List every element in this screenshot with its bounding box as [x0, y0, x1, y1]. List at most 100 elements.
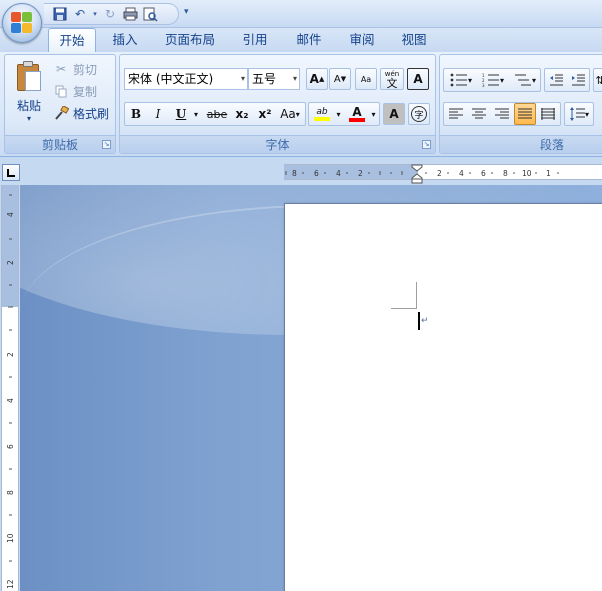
highlight-dropdown-icon[interactable]: ▾	[334, 103, 343, 125]
watermark-sub: jingyan.baidu.com	[462, 559, 555, 570]
phonetic-guide-button[interactable]: wén 文	[380, 68, 404, 90]
svg-text:6: 6	[481, 169, 486, 178]
tab-mailings[interactable]: 邮件	[286, 28, 332, 52]
tab-review[interactable]: 审阅	[339, 28, 385, 52]
numbering-button[interactable]: 1 2 3 ▾	[478, 69, 508, 91]
ruler-label: 2	[6, 260, 15, 265]
format-painter-label: 格式刷	[73, 106, 110, 121]
italic-button[interactable]: I	[148, 103, 168, 125]
svg-text:2: 2	[437, 169, 442, 178]
cut-label: 剪切	[73, 62, 98, 77]
watermark-main: Bai 经验	[462, 528, 562, 556]
tab-insert[interactable]: 插入	[101, 28, 149, 52]
paragraph-group-label: 段落	[440, 135, 602, 153]
tab-references[interactable]: 引用	[232, 28, 278, 52]
redo-icon[interactable]: ↻	[102, 6, 118, 22]
enclose-characters-label: 字	[411, 106, 427, 122]
office-logo-icon	[11, 12, 33, 34]
copy-button[interactable]: 复制	[53, 81, 97, 101]
undo-dropdown-icon[interactable]: ▾	[92, 6, 98, 22]
indent-marker-icon[interactable]	[411, 164, 423, 184]
print-preview-icon[interactable]	[142, 6, 158, 22]
underline-dropdown-icon[interactable]: ▾	[191, 103, 201, 125]
format-painter-button[interactable]: 格式刷	[53, 103, 109, 123]
superscript-button[interactable]: x²	[254, 103, 276, 125]
vertical-ruler[interactable]: 4 2 2 4 6 8 10 12	[1, 185, 19, 591]
office-button[interactable]	[2, 3, 42, 43]
justify-button[interactable]	[514, 103, 536, 125]
character-shading-button[interactable]: A	[383, 103, 405, 125]
highlight-button[interactable]: ab	[310, 103, 334, 125]
bold-button[interactable]: B	[126, 103, 146, 125]
underline-button[interactable]: U	[171, 103, 191, 125]
paste-button[interactable]: 粘贴 ▾	[11, 59, 47, 131]
font-color-dropdown-icon[interactable]: ▾	[369, 103, 378, 125]
ruler-label: 10	[6, 533, 15, 543]
font-group-label: 字体	[120, 135, 435, 153]
tab-page-layout[interactable]: 页面布局	[157, 28, 223, 52]
paragraph-mark-icon: ↵	[421, 316, 429, 326]
horizontal-ruler-ticks: 8 6 4 2 2 4 6 8 10 1	[285, 169, 559, 178]
svg-text:1: 1	[546, 169, 551, 178]
svg-text:2: 2	[358, 169, 363, 178]
undo-icon[interactable]: ↶	[72, 6, 88, 22]
bullets-button[interactable]: ▾	[446, 69, 476, 91]
vertical-ruler-ticks: 4 2 2 4 6 8 10 12	[6, 194, 15, 589]
enclose-characters-button[interactable]: 字	[408, 103, 430, 125]
ribbon-tabs: 开始 插入 页面布局 引用 邮件 审阅 视图	[0, 28, 602, 52]
multilevel-list-button[interactable]: ▾	[510, 69, 540, 91]
clear-formatting-label: Aa	[360, 74, 372, 84]
left-tab-icon	[7, 168, 15, 177]
paste-icon	[15, 61, 43, 93]
ruler-label: 4	[6, 398, 15, 403]
clear-formatting-button[interactable]: Aa	[355, 68, 377, 90]
print-icon[interactable]	[122, 6, 138, 22]
copy-icon	[53, 83, 69, 99]
sort-icon[interactable]: ⇅	[594, 69, 602, 91]
highlight-color-swatch	[314, 117, 330, 121]
ruler-label: 8	[6, 490, 15, 495]
distributed-button[interactable]	[537, 103, 559, 125]
cut-button[interactable]: ✂ 剪切	[53, 59, 97, 79]
text-cursor	[418, 312, 420, 330]
paste-label: 粘贴	[16, 99, 41, 113]
quick-access-toolbar: ↶ ▾ ↻	[44, 3, 179, 25]
paintbrush-icon	[53, 105, 69, 121]
align-right-button[interactable]	[491, 103, 513, 125]
tab-selector-button[interactable]	[2, 164, 20, 181]
font-color-label: A	[352, 105, 362, 119]
horizontal-ruler[interactable]: 8 6 4 2 2 4 6 8 10 1	[284, 164, 602, 180]
font-name-combo[interactable]: 宋体 (中文正文) ▾	[124, 68, 248, 90]
clipboard-dialog-launcher-icon[interactable]: ↘	[102, 140, 111, 149]
margin-corner-mark	[391, 308, 417, 309]
paragraph-group: ▾ 1 2 3 ▾ ▾ ⇅ ▾ 段落	[439, 54, 602, 154]
paste-dropdown-icon[interactable]: ▾	[11, 114, 47, 123]
align-center-button[interactable]	[468, 103, 490, 125]
ruler-label: 4	[6, 212, 15, 217]
subscript-button[interactable]: x₂	[231, 103, 253, 125]
font-dialog-launcher-icon[interactable]: ↘	[422, 140, 431, 149]
grow-font-button[interactable]: A ▲	[306, 68, 328, 90]
strikethrough-button[interactable]: abe	[204, 103, 230, 125]
font-name-value: 宋体 (中文正文)	[128, 72, 214, 86]
font-color-swatch	[349, 118, 365, 122]
font-size-combo[interactable]: 五号 ▾	[248, 68, 300, 90]
tab-view[interactable]: 视图	[391, 28, 437, 52]
highlight-label: ab	[316, 107, 328, 117]
font-size-value: 五号	[252, 72, 277, 86]
customize-quick-access-icon[interactable]: ▾	[184, 7, 189, 17]
save-icon[interactable]	[52, 6, 68, 22]
change-case-button[interactable]: Aa ▾	[277, 103, 303, 125]
clipboard-group-label: 剪贴板	[5, 135, 115, 153]
character-border-button[interactable]: A	[407, 68, 429, 90]
align-left-button[interactable]	[445, 103, 467, 125]
line-spacing-button[interactable]: ▾	[566, 103, 592, 125]
copy-label: 复制	[73, 84, 98, 99]
font-color-button[interactable]: A	[345, 103, 369, 125]
increase-indent-button[interactable]	[568, 69, 588, 91]
svg-text:10: 10	[522, 169, 532, 178]
tab-home[interactable]: 开始	[48, 28, 96, 52]
shrink-font-label: A	[333, 73, 341, 85]
decrease-indent-button[interactable]	[546, 69, 566, 91]
shrink-font-button[interactable]: A ▼	[329, 68, 351, 90]
